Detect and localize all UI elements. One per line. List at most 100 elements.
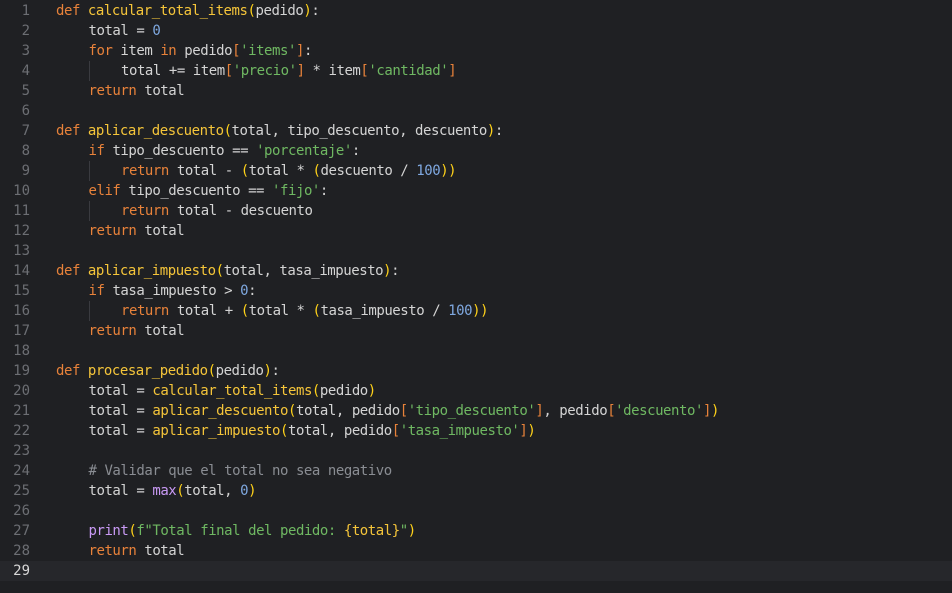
code-text: def calcular_total_items(pedido): — [56, 1, 320, 21]
code-text: elif tipo_descuento == 'fijo': — [88, 181, 329, 201]
code-token: ( — [223, 123, 232, 139]
code-token: max — [152, 483, 177, 499]
code-token: ) — [486, 123, 495, 139]
code-line[interactable]: 15 if tasa_impuesto > 0: — [0, 281, 952, 301]
code-token: return — [88, 83, 137, 99]
code-line[interactable]: 12 return total — [0, 221, 952, 241]
code-token: total = — [88, 403, 153, 419]
code-token: total — [136, 543, 185, 559]
line-number: 16 — [13, 303, 30, 319]
line-number: 15 — [13, 283, 30, 299]
code-text: total = aplicar_descuento(total, pedido[… — [88, 401, 720, 421]
code-token: {total} — [343, 523, 400, 539]
code-token: print — [88, 523, 129, 539]
code-line[interactable]: 10 elif tipo_descuento == 'fijo': — [0, 181, 952, 201]
code-token: 100 — [448, 303, 473, 319]
line-number: 2 — [21, 23, 30, 39]
code-area[interactable]: 1 def calcular_total_items(pedido): 2 total… — [0, 1, 952, 581]
code-line[interactable]: 26 — [0, 501, 952, 521]
code-token: : — [351, 143, 360, 159]
code-line[interactable]: 2 total = 0 — [0, 21, 952, 41]
code-token: : — [319, 183, 328, 199]
line-number: 13 — [13, 243, 30, 259]
code-text: if tasa_impuesto > 0: — [89, 281, 257, 301]
code-token: ] — [702, 403, 711, 419]
code-line[interactable]: 27 print(f"Total final del pedido: {total… — [0, 521, 952, 541]
line-number: 14 — [13, 263, 30, 279]
code-token: ( — [207, 363, 216, 379]
code-token: ) — [527, 423, 536, 439]
code-line[interactable]: 17 return total — [0, 321, 952, 341]
code-token: 0 — [240, 483, 249, 499]
code-line[interactable]: 5 return total — [0, 81, 952, 101]
line-number: 17 — [13, 323, 30, 339]
code-token: elif — [88, 183, 121, 199]
code-line[interactable]: 6 — [0, 101, 952, 121]
code-token: tasa_impuesto / — [320, 303, 449, 319]
code-line[interactable]: 19 def procesar_pedido(pedido): — [0, 361, 952, 381]
code-token: return — [88, 543, 137, 559]
code-token: total — [136, 323, 185, 339]
indent-guide — [88, 301, 90, 321]
line-number: 4 — [21, 63, 30, 79]
code-line[interactable]: 7 def aplicar_descuento(total, tipo_descu… — [0, 121, 952, 141]
code-line[interactable]: 18 — [0, 341, 952, 361]
code-line[interactable]: 28 return total — [0, 541, 952, 561]
code-line[interactable]: 14 def aplicar_impuesto(total, tasa_impue… — [0, 261, 952, 281]
code-line[interactable]: 1 def calcular_total_items(pedido): — [0, 1, 952, 21]
code-line[interactable]: 8 if tipo_descuento == 'porcentaje': — [0, 141, 952, 161]
code-text: total = 0 — [89, 21, 161, 41]
code-line[interactable]: 16 return total + (total * (tasa_impuesto… — [0, 301, 952, 321]
code-token: )) — [472, 303, 489, 319]
code-token: f"Total final del pedido: — [136, 523, 344, 539]
code-token: # Validar que el total no sea negativo — [88, 463, 393, 479]
code-token: * item — [304, 63, 361, 79]
code-token: pedido — [215, 363, 264, 379]
code-line[interactable]: 20 total = calcular_total_items(pedido) — [0, 381, 952, 401]
code-token: 0 — [240, 283, 249, 299]
indent-guide — [88, 201, 90, 221]
code-token: total - descuento — [168, 203, 313, 219]
code-line[interactable]: 13 — [0, 241, 952, 261]
code-token: total — [136, 83, 185, 99]
code-line[interactable]: 4 total += item['precio'] * item['cantida… — [0, 61, 952, 81]
code-line[interactable]: 25 total = max(total, 0) — [0, 481, 952, 501]
code-text: return total - (total * (descuento / 100… — [121, 161, 457, 181]
code-token: total = — [88, 483, 153, 499]
indent-guide — [88, 161, 90, 181]
code-token: ) — [367, 383, 376, 399]
code-editor[interactable]: 1 def calcular_total_items(pedido): 2 total… — [0, 0, 952, 593]
code-text: return total + (total * (tasa_impuesto /… — [121, 301, 489, 321]
code-line[interactable]: 29 — [0, 561, 952, 581]
code-line[interactable]: 3 for item in pedido['items']: — [0, 41, 952, 61]
code-token: total * — [248, 163, 313, 179]
line-number: 20 — [13, 383, 30, 399]
code-line[interactable]: 22 total = aplicar_impuesto(total, pedido… — [0, 421, 952, 441]
code-token: total, — [184, 483, 241, 499]
code-token: 0 — [152, 23, 161, 39]
code-line[interactable]: 21 total = aplicar_descuento(total, pedid… — [0, 401, 952, 421]
code-token: ( — [311, 383, 320, 399]
code-token: return — [88, 323, 137, 339]
code-line[interactable]: 9 return total - (total * (descuento / 10… — [0, 161, 952, 181]
code-token: aplicar_impuesto — [152, 423, 281, 439]
code-line[interactable]: 11 return total - descuento — [0, 201, 952, 221]
indent-guide — [88, 61, 90, 81]
code-token: total, tasa_impuesto — [223, 263, 384, 279]
code-token: ) — [248, 483, 257, 499]
code-line[interactable]: 23 — [0, 441, 952, 461]
code-token: 'descuento' — [615, 403, 703, 419]
line-number: 21 — [13, 403, 30, 419]
code-text: return total — [89, 81, 185, 101]
code-line[interactable]: 24 # Validar que el total no sea negativo — [0, 461, 952, 481]
code-token: total, pedido — [288, 423, 392, 439]
code-token: : — [311, 3, 320, 19]
code-token: pedido — [255, 3, 304, 19]
code-token: [ — [224, 63, 233, 79]
line-number: 29 — [13, 563, 30, 579]
code-text: total = aplicar_impuesto(total, pedido['… — [89, 421, 536, 441]
line-number: 12 — [13, 223, 30, 239]
